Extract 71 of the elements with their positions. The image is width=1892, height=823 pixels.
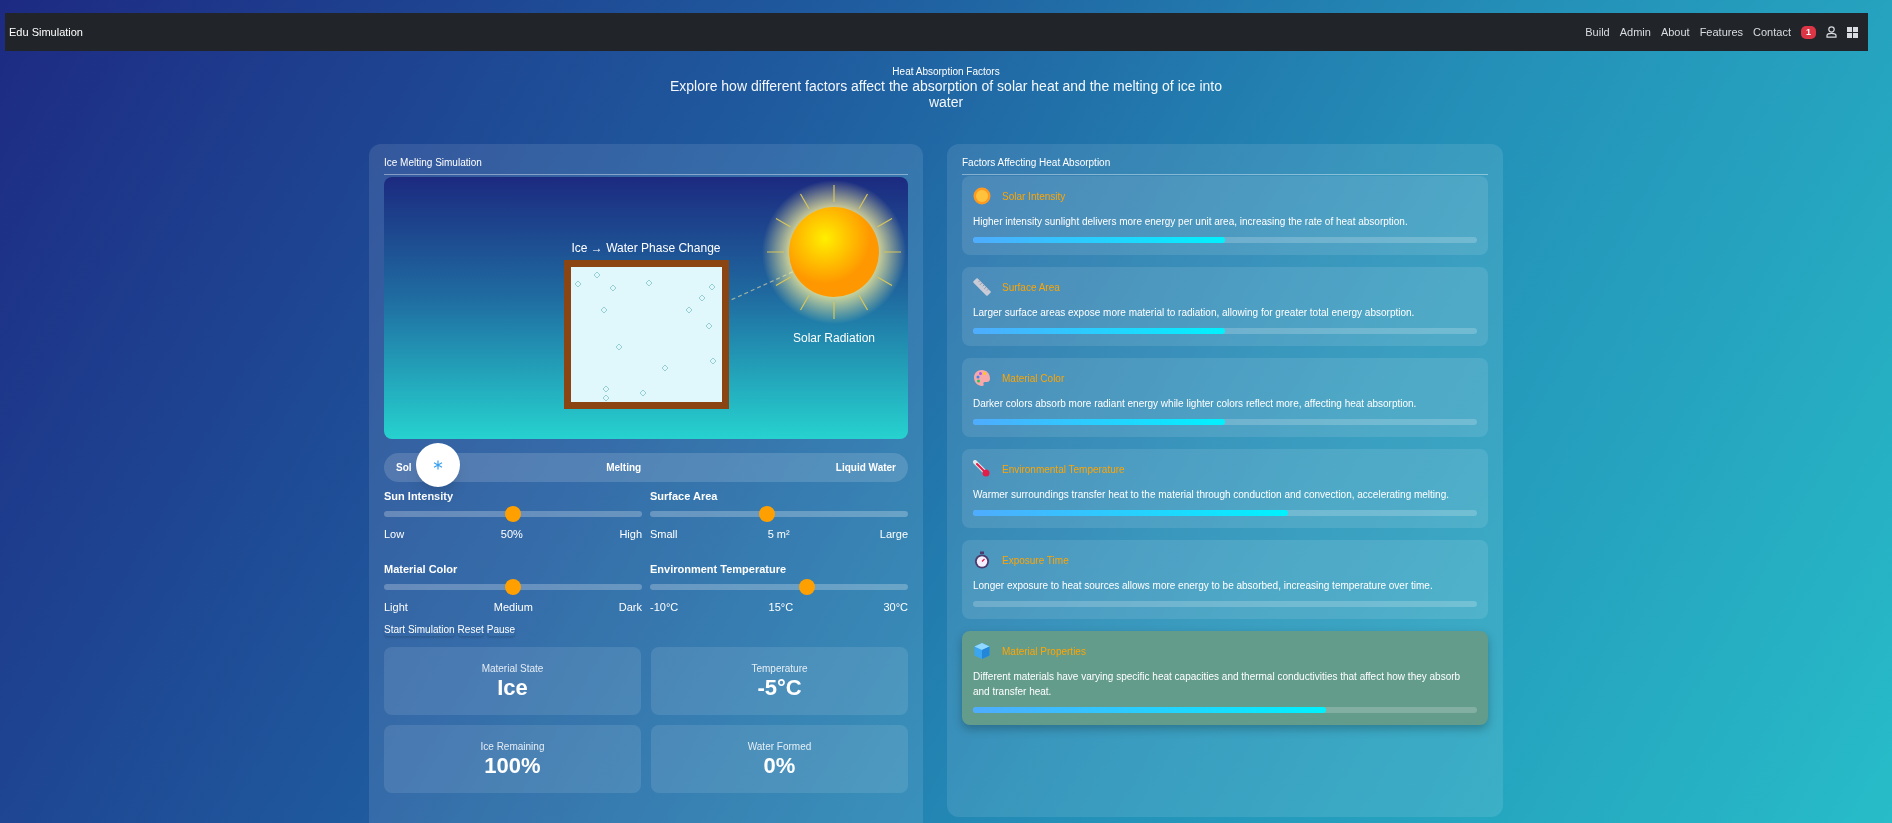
factor-description: Larger surface areas expose more material to radiation, allowing for greater total energy absorption. xyxy=(973,306,1416,320)
nav-link[interactable]: Admin xyxy=(1619,23,1651,41)
factor-description: Warmer surroundings transfer heat to the material through conduction and convection, accelerating melting. xyxy=(973,488,1450,502)
factor-description: Longer exposure to heat sources allows more energy to be absorbed, increasing temperature over time. xyxy=(973,579,1434,593)
thermometer-icon xyxy=(973,460,991,478)
slider-max-label: High xyxy=(619,527,642,541)
slider[interactable] xyxy=(650,579,908,595)
snowflake-icon xyxy=(433,460,443,470)
slider[interactable] xyxy=(650,506,908,522)
stat-value: -5°C xyxy=(757,674,802,701)
slider-label: Sun Intensity xyxy=(384,489,454,503)
brand-name[interactable]: Edu Simulation xyxy=(9,23,83,41)
slider-min-label: -10°C xyxy=(650,600,679,614)
palette-icon xyxy=(973,369,991,387)
sun-icon xyxy=(973,187,991,205)
control-button[interactable]: Start Simulation xyxy=(384,623,455,636)
factor-title: Environmental Temperature xyxy=(1002,462,1125,476)
slider-min-label: Small xyxy=(650,527,678,541)
stat-label: Ice Remaining xyxy=(480,739,545,753)
slider-value: 15°C xyxy=(768,600,794,614)
slider[interactable] xyxy=(384,579,642,595)
slider[interactable] xyxy=(384,506,642,522)
user-icon[interactable] xyxy=(1826,26,1837,38)
slider-thumb[interactable] xyxy=(505,506,521,522)
notification-badge[interactable]: 1 xyxy=(1801,25,1816,39)
slider-min-label: Low xyxy=(384,527,405,541)
factor-title: Surface Area xyxy=(1002,280,1060,294)
nav-link[interactable]: Build xyxy=(1585,23,1610,41)
cube-icon xyxy=(973,642,991,660)
panel-title: Factors Affecting Heat Absorption xyxy=(962,156,1488,175)
slider-value: 5 m² xyxy=(767,527,790,541)
factor-description: Higher intensity sunlight delivers more energy per unit area, increasing the rate of heat absorption. xyxy=(973,215,1409,229)
slider-thumb[interactable] xyxy=(505,579,521,595)
grid-icon[interactable] xyxy=(1847,26,1858,38)
slider-max-label: Dark xyxy=(618,600,642,614)
solar-radiation-label: Solar Radiation xyxy=(792,331,876,345)
slider-thumb[interactable] xyxy=(798,579,815,595)
factor-title: Material Color xyxy=(1002,371,1065,385)
factor-description: Different materials have varying specific heat capacities and thermal conductivities that affect how they absorb and transfer heat. xyxy=(973,670,1462,699)
factor-description: Darker colors absorb more radiant energy while lighter colors reflect more, affecting heat absorption. xyxy=(973,397,1418,411)
factor-title: Material Properties xyxy=(1002,644,1086,658)
factor-title: Solar Intensity xyxy=(1002,189,1066,203)
phase-label: Liquid Water xyxy=(835,461,896,475)
page-title: Heat Absorption Factors xyxy=(892,65,1000,78)
stat-value: 100% xyxy=(484,752,541,779)
slider-label: Environment Temperature xyxy=(650,562,787,576)
control-button[interactable]: Pause xyxy=(486,623,516,636)
page-subtitle: Explore how different factors affect the absorption of solar heat and the melting of ice into water xyxy=(668,78,1223,110)
slider-value: Medium xyxy=(493,600,533,614)
factor-title: Exposure Time xyxy=(1002,553,1069,567)
slider-min-label: Light xyxy=(384,600,408,614)
phase-change-title: Ice → Water Phase Change xyxy=(571,241,721,255)
nav-link[interactable]: Features xyxy=(1699,23,1744,41)
slider-max-label: 30°C xyxy=(883,600,908,614)
slider-max-label: Large xyxy=(879,527,908,541)
phase-label: Melting xyxy=(606,461,642,475)
stat-value: 0% xyxy=(763,752,796,779)
stat-value: Ice xyxy=(497,674,528,701)
stat-label: Material State xyxy=(481,661,544,675)
stat-label: Temperature xyxy=(751,661,808,675)
control-button[interactable]: Reset xyxy=(457,623,484,636)
panel-title: Ice Melting Simulation xyxy=(384,156,908,175)
slider-value: 50% xyxy=(500,527,523,541)
nav-link[interactable]: Contact xyxy=(1753,23,1791,41)
nav-link[interactable]: About xyxy=(1660,23,1690,41)
stat-label: Water Formed xyxy=(747,739,812,753)
slider-label: Material Color xyxy=(384,562,458,576)
slider-thumb[interactable] xyxy=(758,506,775,522)
phase-label: Sol xyxy=(396,461,412,475)
slider-label: Surface Area xyxy=(650,489,718,503)
stopwatch-icon xyxy=(973,551,991,569)
